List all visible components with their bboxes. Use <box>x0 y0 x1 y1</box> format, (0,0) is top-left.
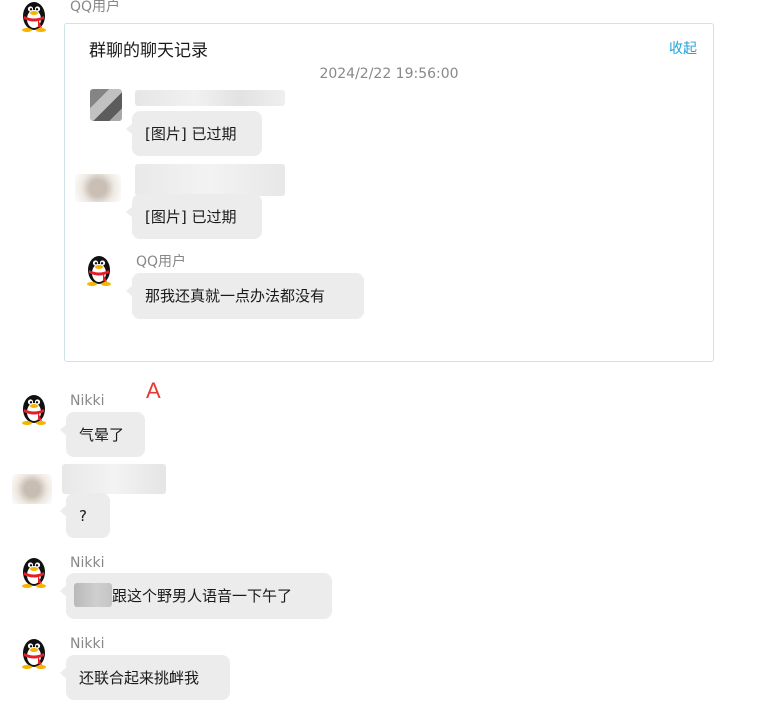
blurred-sender-name <box>135 90 285 106</box>
message-text: [图片] 已过期 <box>145 124 237 143</box>
forwarded-chat-record-card[interactable]: 群聊的聊天记录 收起 2024/2/22 19:56:00 [图片] 已过期 [… <box>64 23 714 362</box>
qq-penguin-icon <box>22 558 46 588</box>
message-bubble[interactable]: ? <box>60 493 110 538</box>
message-bubble[interactable]: 那我还真就一点办法都没有 <box>126 273 364 319</box>
message-text: 还联合起来挑衅我 <box>79 668 200 687</box>
blurred-sender-name <box>62 464 166 494</box>
message-text: 跟这个野男人语音一下午了 <box>112 587 293 605</box>
message-text: [图片] 已过期 <box>145 207 237 226</box>
message-text: 气晕了 <box>79 425 125 444</box>
sender-name: Nikki <box>70 555 105 571</box>
blurred-mention <box>74 583 112 607</box>
sender-name: Nikki <box>70 636 105 652</box>
qq-penguin-avatar[interactable] <box>16 389 52 425</box>
blurred-avatar <box>90 89 122 121</box>
blurred-avatar <box>12 474 52 504</box>
blurred-avatar <box>75 174 121 202</box>
qq-penguin-icon <box>22 395 46 425</box>
blurred-sender-name <box>135 164 285 196</box>
sender-name: QQ用户 <box>136 254 187 270</box>
message-bubble[interactable]: [图片] 已过期 <box>126 194 262 239</box>
qq-penguin-avatar[interactable] <box>16 552 52 588</box>
record-timestamp: 2024/2/22 19:56:00 <box>319 66 459 82</box>
qq-penguin-avatar[interactable] <box>16 633 52 669</box>
message-bubble[interactable]: 气晕了 <box>60 412 145 457</box>
message-bubble[interactable]: 还联合起来挑衅我 <box>60 655 230 700</box>
qq-penguin-icon <box>22 2 46 32</box>
message-bubble[interactable]: 跟这个野男人语音一下午了 <box>60 573 332 619</box>
annotation-label: A <box>146 378 161 403</box>
sender-name: QQ用户 <box>70 0 121 15</box>
sender-name: Nikki <box>70 393 105 409</box>
qq-penguin-avatar[interactable] <box>81 250 117 286</box>
message-bubble[interactable]: [图片] 已过期 <box>126 111 262 156</box>
message-text: 那我还真就一点办法都没有 <box>145 287 326 305</box>
collapse-link[interactable]: 收起 <box>669 38 697 58</box>
qq-penguin-avatar[interactable] <box>16 0 52 32</box>
record-title: 群聊的聊天记录 <box>89 41 208 61</box>
message-text: ? <box>79 506 87 525</box>
qq-penguin-icon <box>22 639 46 669</box>
qq-penguin-icon <box>87 256 111 286</box>
